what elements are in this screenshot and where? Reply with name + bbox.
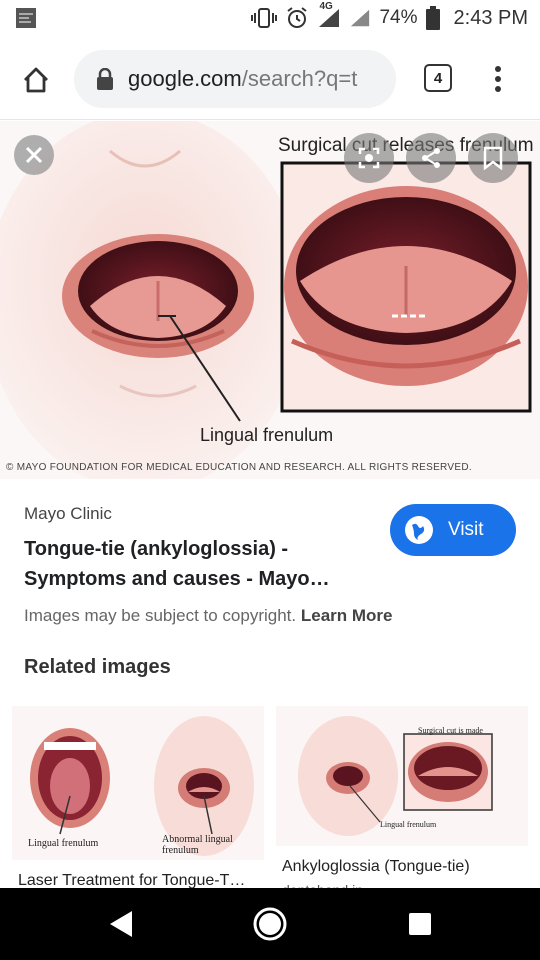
image-copyright: © MAYO FOUNDATION FOR MEDICAL EDUCATION …: [6, 462, 472, 473]
signal-icon: [349, 7, 371, 29]
related-images-grid: Lingual frenulum Abnormal lingual frenul…: [0, 706, 540, 890]
visit-button[interactable]: Visit: [390, 504, 516, 556]
home-icon: [24, 67, 48, 93]
tab-switcher-button[interactable]: 4: [424, 64, 452, 92]
alarm-icon: [285, 6, 309, 30]
copyright-notice: Images may be subject to copyright. Lear…: [24, 606, 393, 626]
notification-icon: [14, 6, 38, 30]
vibrate-icon: [251, 7, 278, 29]
related-image-caption[interactable]: Ankyloglossia (Tongue-tie): [282, 858, 528, 876]
system-navigation-bar: [0, 888, 540, 960]
visit-label: Visit: [448, 519, 484, 540]
learn-more-link[interactable]: Learn More: [301, 606, 393, 625]
lens-button[interactable]: [344, 133, 394, 183]
related-image-card[interactable]: Surgical cut is made Lingual frenulum An…: [276, 706, 528, 890]
related-images-header: Related images: [24, 656, 171, 678]
bookmark-icon: [483, 146, 503, 170]
related-image-label: Lingual frenulum: [380, 820, 437, 829]
battery-icon: [425, 6, 440, 30]
result-info-panel: Mayo Clinic Tongue-tie (ankyloglossia) -…: [0, 480, 540, 680]
battery-percent: 74%: [379, 7, 418, 28]
save-button[interactable]: [468, 133, 518, 183]
result-source[interactable]: Mayo Clinic: [24, 504, 112, 524]
close-button[interactable]: [14, 135, 54, 175]
overflow-menu-button[interactable]: [486, 62, 510, 96]
url-text: google.com/search?q=t: [128, 66, 357, 92]
home-circle-icon: [253, 907, 287, 941]
url-path: /search?q=t: [241, 66, 358, 91]
image-preview[interactable]: Surgical cut releases frenulum Lingual f…: [0, 121, 540, 479]
share-button[interactable]: [406, 133, 456, 183]
network-type: 4G: [319, 1, 333, 12]
related-image-label: Surgical cut is made: [418, 726, 483, 735]
image-label-frenulum: Lingual frenulum: [200, 425, 334, 445]
related-image-label: Abnormal lingual frenulum: [162, 834, 233, 856]
browser-toolbar: google.com/search?q=t 4: [0, 36, 540, 120]
related-thumbnail[interactable]: Surgical cut is made Lingual frenulum: [276, 706, 528, 846]
back-icon: [110, 911, 132, 937]
address-bar[interactable]: google.com/search?q=t: [74, 50, 396, 108]
home-nav-button[interactable]: [252, 906, 288, 942]
result-title[interactable]: Tongue-tie (ankyloglossia) - Symptoms an…: [24, 534, 364, 594]
back-button[interactable]: [102, 906, 138, 942]
related-thumbnail[interactable]: Lingual frenulum Abnormal lingual frenul…: [12, 706, 264, 860]
share-icon: [422, 148, 440, 168]
copyright-text: Images may be subject to copyright.: [24, 606, 297, 625]
clock: 2:43 PM: [453, 6, 528, 29]
signal-icon: 4G: [317, 1, 341, 29]
menu-dot: [495, 86, 501, 92]
close-icon: [25, 146, 43, 164]
lock-icon: [97, 68, 113, 90]
url-domain: google.com: [128, 66, 242, 91]
recents-button[interactable]: [402, 906, 438, 942]
related-image-card[interactable]: Lingual frenulum Abnormal lingual frenul…: [12, 706, 264, 890]
recents-icon: [409, 913, 431, 935]
menu-dot: [495, 66, 501, 72]
globe-icon: [405, 516, 433, 544]
menu-dot: [495, 76, 501, 82]
related-image-label: Lingual frenulum: [28, 838, 99, 849]
lens-icon: [358, 147, 380, 169]
home-button[interactable]: [16, 60, 56, 100]
status-bar: 4G 74% 2:43 PM: [0, 0, 540, 36]
